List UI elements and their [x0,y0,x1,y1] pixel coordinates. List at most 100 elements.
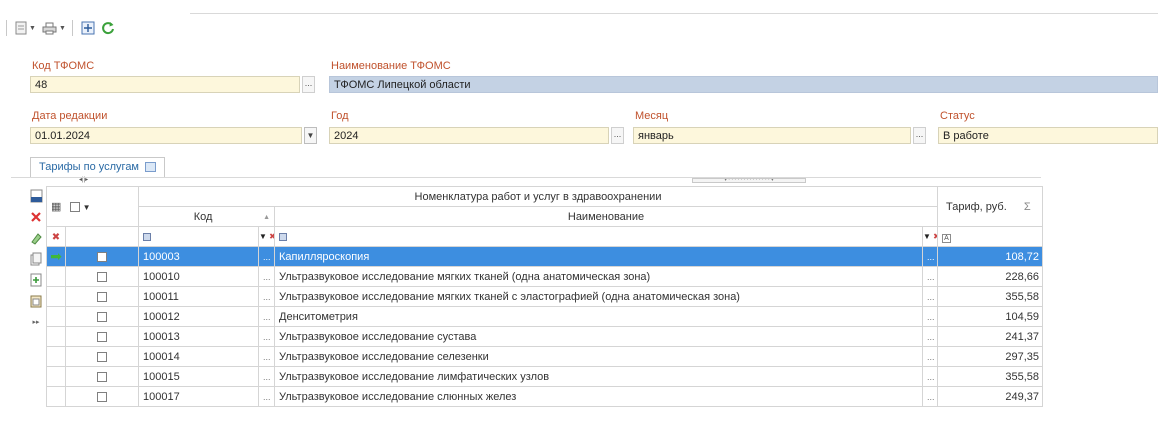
chevron-down-icon[interactable]: ▼ [29,25,36,32]
date-dropdown-button[interactable]: ▼ [304,127,317,144]
kod-column-header[interactable]: Код ▲ [138,206,276,227]
row-checkbox-cell[interactable] [64,306,140,327]
row-checkbox-cell[interactable] [64,346,140,367]
tarif-column-header[interactable]: Тариф, руб. Σ [937,186,1044,227]
row-checkbox-cell[interactable] [64,246,140,267]
add-button[interactable] [28,272,44,288]
naim-filter-dropdown[interactable]: ▼ ✖ [922,226,939,247]
chevron-down-icon: ▼ [259,232,267,241]
tarif-cell: 249,37 [937,386,1044,407]
kod-tfoms-label: Код ТФОМС [32,60,95,72]
row-checkbox-cell[interactable] [64,366,140,387]
chevron-down-icon[interactable]: ▼ [59,25,66,32]
status-field[interactable]: В работе [938,127,1158,144]
tarif-cell: 104,59 [937,306,1044,327]
naim-ellipsis-button[interactable]: ... [922,306,939,327]
copy-button[interactable] [28,251,44,267]
row-checkbox[interactable] [97,331,107,342]
row-checkbox[interactable] [97,371,107,382]
delete-button[interactable] [28,209,44,225]
row-checkbox-cell[interactable] [64,386,140,407]
mesyac-ellipsis-button[interactable]: ... [913,127,926,144]
naim-ellipsis-button[interactable]: ... [922,246,939,267]
paste-button[interactable] [28,293,44,309]
status-label: Статус [940,110,975,122]
kod-filter-dropdown[interactable]: ▼ ✖ [258,226,276,247]
row-checkbox[interactable] [97,391,107,402]
kod-cell: 100003 [138,246,260,267]
kod-ellipsis-button[interactable]: ... [258,286,276,307]
table-row[interactable]: ➡ 100003... Капилляроскопия... 108,72 [46,246,1044,267]
print-button[interactable]: ▼ [40,19,68,37]
naim-ellipsis-button[interactable]: ... [922,386,939,407]
god-ellipsis-button[interactable]: ... [611,127,624,144]
data-redakcii-label: Дата редакции [32,110,108,122]
table-row[interactable]: 100012... Денситометрия... 104,59 [46,306,1044,327]
naim-tfoms-field[interactable]: ТФОМС Липецкой области [329,76,1158,93]
select-all-cell[interactable]: ▼ [65,186,140,227]
table-row[interactable]: 100011... Ультразвуковое исследование мяг… [46,286,1044,307]
table-row[interactable]: 100014... Ультразвуковое исследование сел… [46,346,1044,367]
chevron-down-icon[interactable]: ▼ [83,203,91,212]
table-row[interactable]: 100015... Ультразвуковое исследование лим… [46,366,1044,387]
kod-ellipsis-button[interactable]: ... [258,326,276,347]
columns-icon[interactable]: ▦ [51,201,61,213]
tarif-filter-cell[interactable]: A [937,226,1044,247]
tab-strip: Тарифы по услугам [30,157,165,177]
tab-tarify[interactable]: Тарифы по услугам [30,157,165,177]
naim-column-header[interactable]: Наименование [274,206,939,227]
mesyac-field[interactable]: январь [633,127,911,144]
chevron-right-icon: ▸▸ [32,319,40,326]
kod-cell: 100017 [138,386,260,407]
toolbar: ▼ ▼ [4,18,117,38]
kod-tfoms-ellipsis-button[interactable]: ... [302,76,315,93]
data-redakcii-field[interactable]: 01.01.2024 [30,127,302,144]
top-divider [190,13,1158,14]
filter-icon [143,232,152,241]
naim-ellipsis-button[interactable]: ... [922,346,939,367]
row-checkbox[interactable] [97,291,107,302]
row-indicator [46,386,66,407]
naim-ellipsis-button[interactable]: ... [922,366,939,387]
naim-ellipsis-button[interactable]: ... [922,326,939,347]
row-checkbox[interactable] [97,311,107,322]
row-checkbox[interactable] [97,251,107,262]
document-icon [15,21,27,35]
kod-ellipsis-button[interactable]: ... [258,246,276,267]
filter-clear-cell[interactable]: ✖ [46,226,66,247]
table-row[interactable]: 100010... Ультразвуковое исследование мяг… [46,266,1044,287]
row-checkbox[interactable] [97,351,107,362]
kod-filter-cell[interactable] [138,226,260,247]
naim-filter-cell[interactable] [274,226,924,247]
god-field[interactable]: 2024 [329,127,609,144]
kod-ellipsis-button[interactable]: ... [258,366,276,387]
document-button[interactable]: ▼ [13,19,38,37]
naim-cell: Ультразвуковое исследование слюнных желе… [274,386,924,407]
kod-ellipsis-button[interactable]: ... [258,346,276,367]
naim-ellipsis-button[interactable]: ... [922,286,939,307]
export-xls-button[interactable] [28,188,44,204]
naim-column-label: Наименование [567,210,645,223]
naim-ellipsis-button[interactable]: ... [922,266,939,287]
select-all-checkbox[interactable] [69,201,80,212]
kod-tfoms-field[interactable]: 48 [30,76,300,93]
row-checkbox-cell[interactable] [64,326,140,347]
add-doc-icon [30,273,42,287]
tarif-cell: 355,58 [937,366,1044,387]
row-checkbox-cell[interactable] [64,266,140,287]
table-row[interactable]: 100017... Ультразвуковое исследование слю… [46,386,1044,407]
toolbar-separator [6,20,7,36]
more-button[interactable]: ▸▸ [28,314,44,330]
kod-ellipsis-button[interactable]: ... [258,386,276,407]
kod-ellipsis-button[interactable]: ... [258,266,276,287]
row-checkbox[interactable] [97,271,107,282]
refresh-button[interactable] [99,19,117,37]
kod-cell: 100010 [138,266,260,287]
splitter-handle[interactable]: ▾ · · · · · · · · · · · · · · ▾ [692,178,806,183]
current-row-arrow-icon: ➡ [50,248,62,264]
table-row[interactable]: 100013... Ультразвуковое исследование сус… [46,326,1044,347]
kod-ellipsis-button[interactable]: ... [258,306,276,327]
edit-button[interactable] [28,230,44,246]
expand-button[interactable] [79,19,97,37]
row-checkbox-cell[interactable] [64,286,140,307]
